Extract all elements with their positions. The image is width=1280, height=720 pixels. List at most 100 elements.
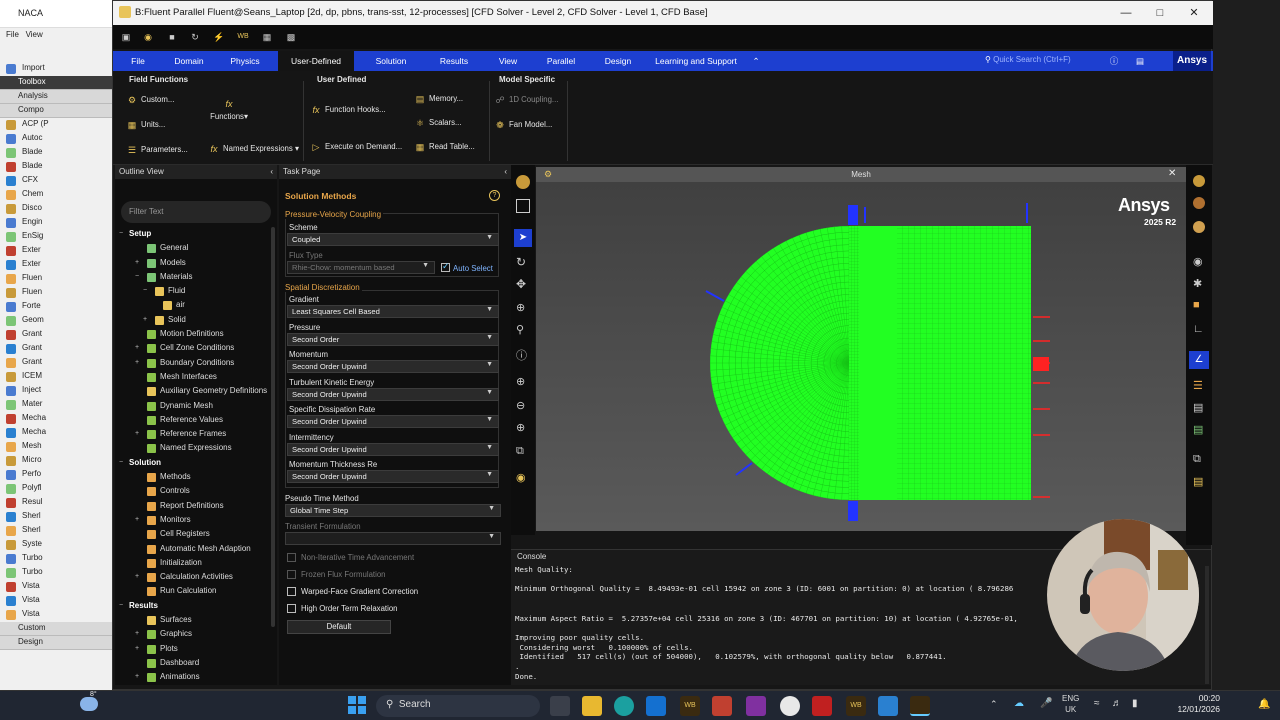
- tree-item-animations[interactable]: + Animations: [119, 670, 269, 684]
- field-dropdown-4[interactable]: Second Order Upwind ▼: [287, 415, 499, 428]
- tree-item-reference-frames[interactable]: + Reference Frames: [119, 427, 269, 441]
- bg-component-item[interactable]: Blade: [0, 160, 117, 174]
- tree-item-automatic-mesh-adaption[interactable]: Automatic Mesh Adaption: [119, 542, 269, 556]
- graphics-menu-icon[interactable]: ⚙: [544, 169, 552, 180]
- outlook-icon[interactable]: [646, 696, 666, 716]
- parameters-button[interactable]: ☰ Parameters...: [127, 145, 188, 155]
- pan-icon[interactable]: ✥: [516, 277, 526, 291]
- panel-icon[interactable]: ▤: [1133, 51, 1147, 71]
- flux-type-dropdown[interactable]: Rhie-Chow: momentum based ▼: [287, 261, 435, 274]
- collapse-icon[interactable]: −: [119, 227, 123, 241]
- grid-icon[interactable]: ▩: [282, 28, 300, 46]
- tray-chevron-icon[interactable]: ⌃: [990, 699, 998, 710]
- tab-domain[interactable]: Domain: [168, 51, 210, 71]
- field-dropdown-6[interactable]: Second Order Upwind ▼: [287, 470, 499, 483]
- help-icon[interactable]: ⓘ: [1107, 51, 1121, 71]
- filter-text-input[interactable]: Filter Text: [121, 201, 271, 223]
- tab-physics[interactable]: Physics: [223, 51, 267, 71]
- tree-item-run-calculation[interactable]: Run Calculation: [119, 584, 269, 598]
- quick-search-input[interactable]: ⚲ Quick Search (Ctrl+F): [981, 53, 1087, 69]
- bg-component-item[interactable]: ICEM: [0, 370, 117, 384]
- tree-item-auxiliary-geometry-definitions[interactable]: Auxiliary Geometry Definitions: [119, 384, 269, 398]
- lock-icon[interactable]: ◉: [516, 471, 526, 484]
- tree-item-named-expressions[interactable]: Named Expressions: [119, 441, 269, 455]
- tree-item-report-definitions[interactable]: Report Definitions: [119, 499, 269, 513]
- bg-component-item[interactable]: Chem: [0, 188, 117, 202]
- bg-component-item[interactable]: Fluen: [0, 286, 117, 300]
- mic-icon[interactable]: 🎤: [1040, 698, 1052, 709]
- workbench-icon[interactable]: WB: [234, 28, 252, 46]
- expand-icon[interactable]: +: [135, 341, 139, 355]
- layout-icon[interactable]: ▦: [258, 28, 276, 46]
- tab-view[interactable]: View: [491, 51, 525, 71]
- fluent-taskbar-icon[interactable]: [910, 696, 930, 716]
- bg-component-item[interactable]: Turbo: [0, 566, 117, 580]
- custom-button[interactable]: ⚙ Custom...: [127, 95, 174, 105]
- functions-button[interactable]: fx Functions▾: [209, 99, 249, 121]
- tree-section-setup[interactable]: − Setup: [119, 227, 269, 241]
- bg-component-item[interactable]: Autoc: [0, 132, 117, 146]
- collapse-icon[interactable]: −: [119, 456, 123, 470]
- tree-item-reference-values[interactable]: Reference Values: [119, 413, 269, 427]
- tree-item-boundary-conditions[interactable]: + Boundary Conditions: [119, 356, 269, 370]
- bg-component-item[interactable]: Micro: [0, 454, 117, 468]
- tree-item-motion-definitions[interactable]: Motion Definitions: [119, 327, 269, 341]
- bg-component-item[interactable]: Mater: [0, 398, 117, 412]
- bg-component-item[interactable]: Grant: [0, 356, 117, 370]
- expand-icon[interactable]: +: [135, 256, 139, 270]
- chrome-icon[interactable]: [780, 696, 800, 716]
- bg-component-item[interactable]: Inject: [0, 384, 117, 398]
- tree-item-cell-registers[interactable]: Cell Registers: [119, 527, 269, 541]
- battery-icon[interactable]: ▮: [1132, 698, 1138, 709]
- tree-item-solid[interactable]: + Solid: [119, 313, 269, 327]
- tree-item-fluid[interactable]: − Fluid: [119, 284, 269, 298]
- memory-button[interactable]: ▤ Memory...: [415, 94, 463, 104]
- collapse-icon[interactable]: ‹: [270, 167, 273, 176]
- export-icon[interactable]: ▤: [1193, 475, 1203, 488]
- bg-design-section[interactable]: Design: [0, 636, 117, 650]
- bg-component-item[interactable]: Exter: [0, 258, 117, 272]
- collapse-icon[interactable]: −: [143, 284, 147, 298]
- fit-icon[interactable]: ⊕: [516, 421, 525, 434]
- tab-parallel[interactable]: Parallel: [537, 51, 585, 71]
- volume-icon[interactable]: ♬: [1112, 698, 1122, 709]
- tree-item-mesh-interfaces[interactable]: Mesh Interfaces: [119, 370, 269, 384]
- help-icon[interactable]: ?: [489, 190, 500, 201]
- tab-user-defined[interactable]: User-Defined: [278, 51, 354, 71]
- gear-icon[interactable]: [516, 175, 530, 189]
- tree-item-models[interactable]: + Models: [119, 256, 269, 270]
- bg-component-item[interactable]: Grant: [0, 328, 117, 342]
- tree-item-initialization[interactable]: Initialization: [119, 556, 269, 570]
- expand-icon[interactable]: +: [135, 642, 139, 656]
- save-icon[interactable]: ■: [163, 28, 181, 46]
- expand-icon[interactable]: +: [135, 427, 139, 441]
- axes-icon[interactable]: ⧉: [516, 445, 524, 458]
- tree-item-surfaces[interactable]: Surfaces: [119, 613, 269, 627]
- pseudo-time-dropdown[interactable]: Global Time Step ▼: [285, 504, 501, 517]
- display-icon[interactable]: [516, 199, 530, 213]
- bg-analysis-section[interactable]: Analysis: [0, 90, 117, 104]
- bg-component-item[interactable]: Mecha: [0, 412, 117, 426]
- default-button[interactable]: Default: [287, 620, 391, 634]
- field-dropdown-1[interactable]: Second Order ▼: [287, 332, 499, 346]
- tree-section-results[interactable]: − Results: [119, 599, 269, 613]
- clock[interactable]: 00:20 12/01/2026: [1170, 693, 1220, 715]
- option-checkbox-1[interactable]: [287, 570, 296, 579]
- plot-icon[interactable]: ∠: [1189, 351, 1209, 369]
- tab-results[interactable]: Results: [429, 51, 479, 71]
- 1d-coupling-button[interactable]: ☍ 1D Coupling...: [495, 95, 558, 105]
- bg-menu-view[interactable]: View: [26, 30, 43, 39]
- expand-icon[interactable]: +: [135, 627, 139, 641]
- zoom-icon[interactable]: ⊕: [516, 301, 525, 314]
- bg-component-item[interactable]: Sherl: [0, 510, 117, 524]
- tree-item-dashboard[interactable]: Dashboard: [119, 656, 269, 670]
- collapse-ribbon-icon[interactable]: ⌃: [749, 51, 763, 71]
- info-icon[interactable]: ⓘ: [516, 347, 527, 363]
- bg-menu-file[interactable]: File: [6, 30, 19, 39]
- bg-component-item[interactable]: Vista: [0, 580, 117, 594]
- auto-select-checkbox[interactable]: [441, 261, 450, 272]
- bg-component-item[interactable]: EnSig: [0, 230, 117, 244]
- tree-item-general[interactable]: General: [119, 241, 269, 255]
- bg-component-item[interactable]: Syste: [0, 538, 117, 552]
- bg-component-item[interactable]: Sherl: [0, 524, 117, 538]
